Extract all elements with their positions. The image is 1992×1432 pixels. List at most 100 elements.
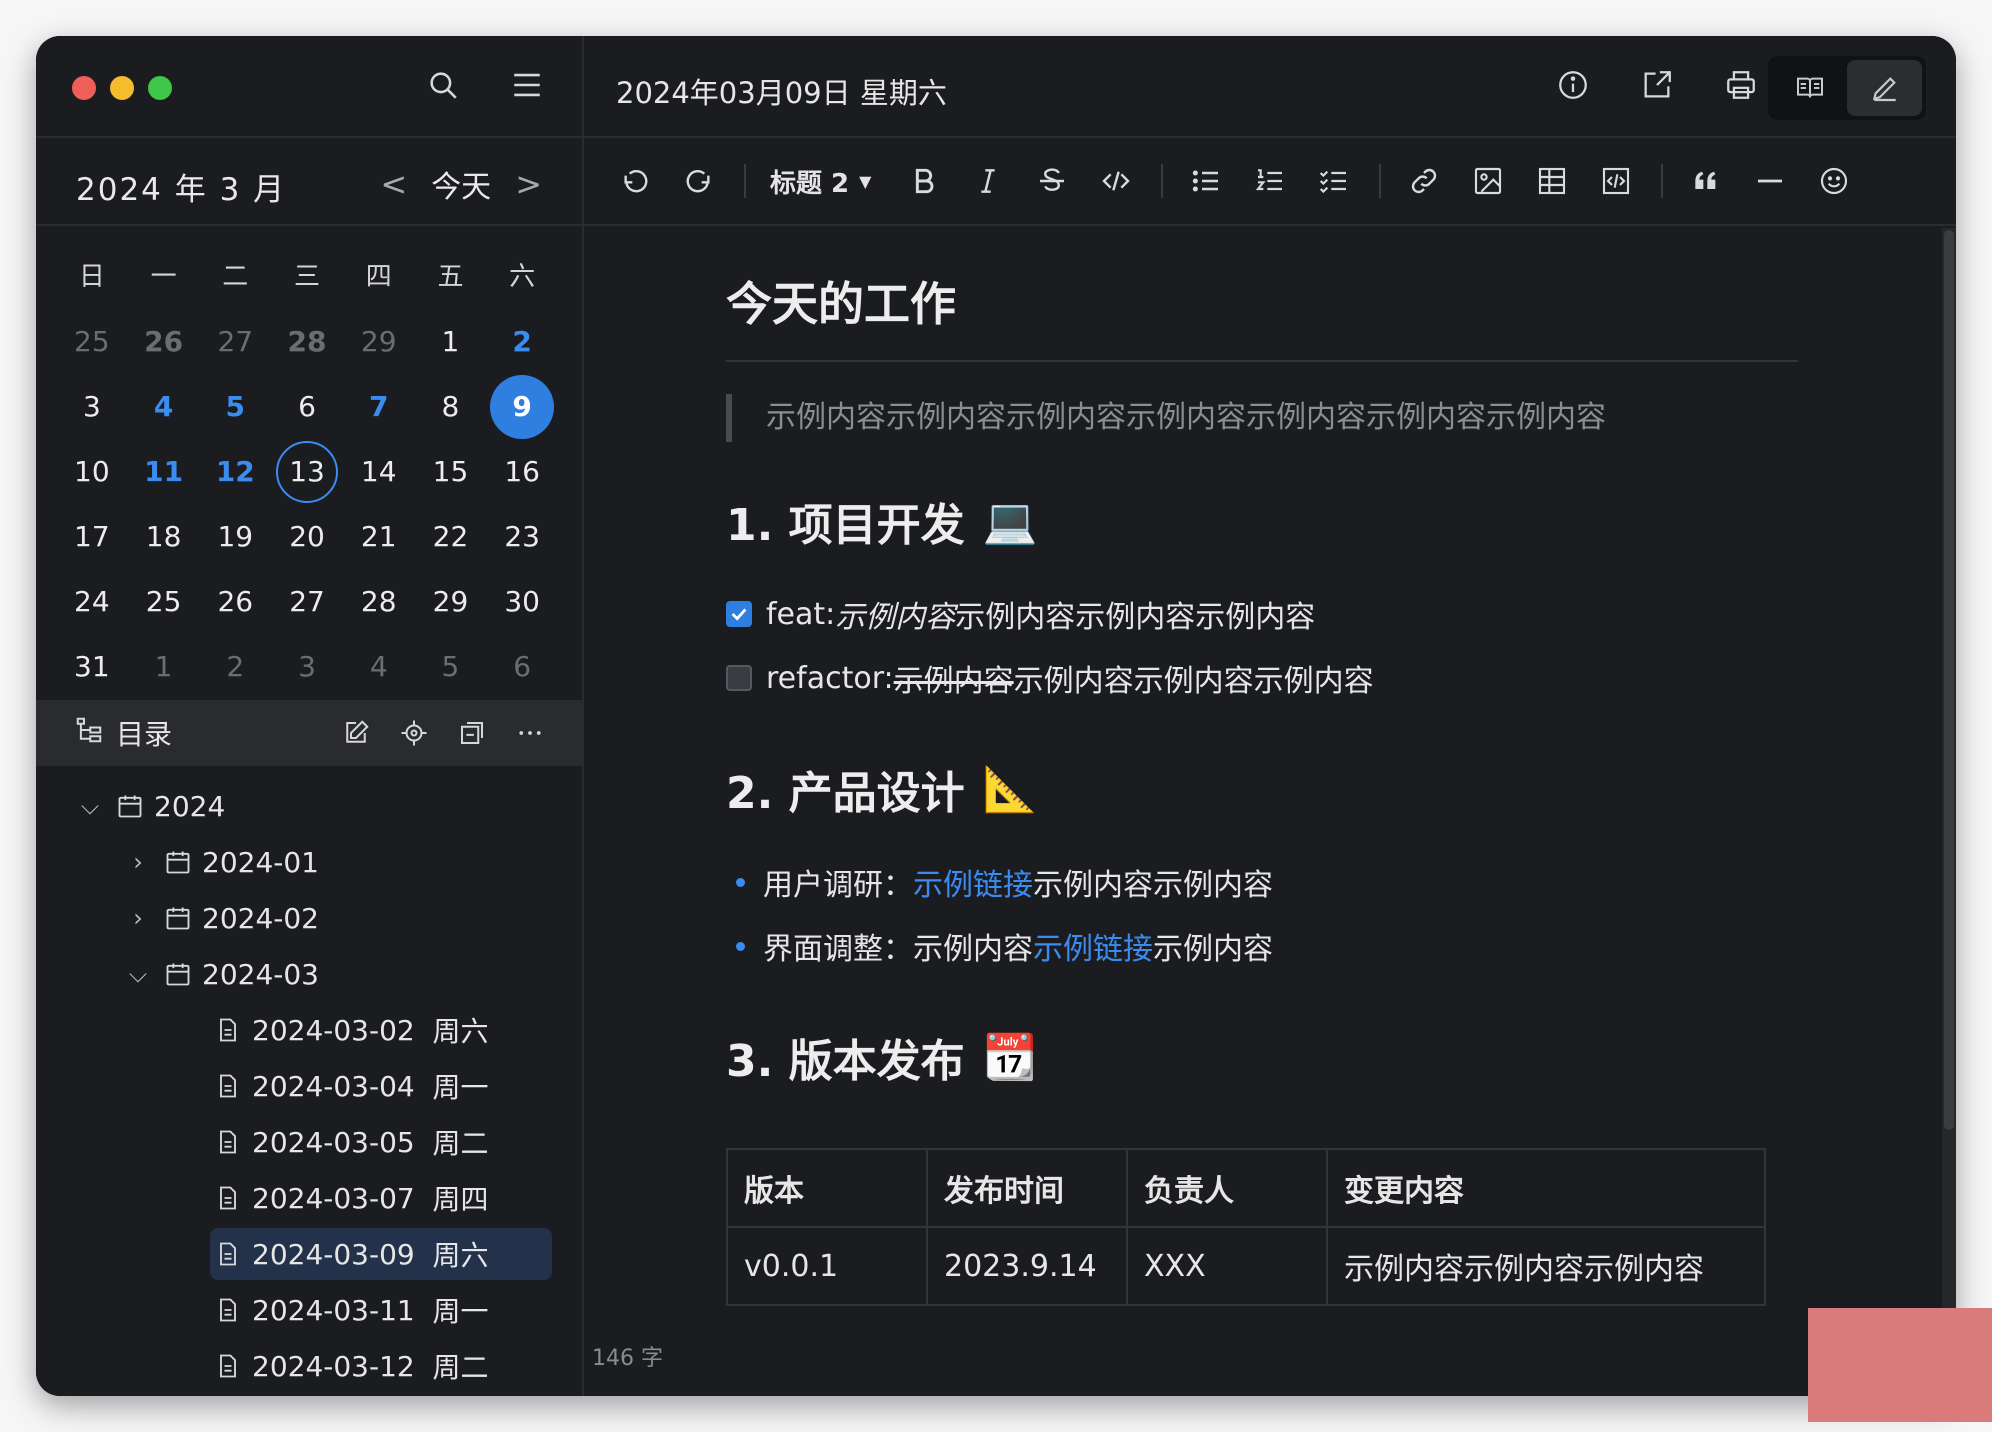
table-header-cell[interactable]: 变更内容 <box>1326 1148 1766 1228</box>
minimize-window-button[interactable] <box>110 76 134 100</box>
redo-icon[interactable] <box>680 162 718 200</box>
chevron-down-icon[interactable]: ⌵ <box>126 960 150 988</box>
calendar-day[interactable]: 25 <box>56 312 128 372</box>
calendar-day[interactable]: 24 <box>56 572 128 632</box>
calendar-day[interactable]: 31 <box>56 637 128 697</box>
calendar-day[interactable]: 5 <box>415 637 487 697</box>
scrollbar-thumb[interactable] <box>1944 230 1954 1130</box>
more-icon[interactable] <box>514 714 546 752</box>
edit-mode-button[interactable] <box>1847 60 1922 116</box>
table-header-cell[interactable]: 负责人 <box>1126 1148 1328 1228</box>
menu-icon[interactable] <box>508 66 546 104</box>
tree-file[interactable]: 2024-03-02 周六 <box>36 1002 582 1058</box>
tree-file-active[interactable]: 2024-03-09 周六 <box>36 1226 582 1282</box>
emoji-icon[interactable] <box>1815 162 1853 200</box>
calendar-day[interactable]: 11 <box>128 442 200 502</box>
calendar-day-selected[interactable]: 9 <box>486 374 558 439</box>
tree-file[interactable]: 2024-03-04 周一 <box>36 1058 582 1114</box>
tree-file[interactable]: 2024-03-05 周二 <box>36 1114 582 1170</box>
calendar-day[interactable]: 8 <box>415 377 487 437</box>
chevron-down-icon[interactable]: ⌵ <box>78 792 102 820</box>
calendar-day[interactable]: 21 <box>343 507 415 567</box>
next-month-button[interactable]: > <box>515 165 542 203</box>
close-window-button[interactable] <box>72 76 96 100</box>
undo-icon[interactable] <box>616 162 654 200</box>
calendar-day[interactable]: 26 <box>128 312 200 372</box>
strikethrough-icon[interactable] <box>1033 162 1071 200</box>
calendar-day[interactable]: 14 <box>343 442 415 502</box>
document-body[interactable]: 今天的工作 示例内容示例内容示例内容示例内容示例内容示例内容示例内容 1. 项目… <box>726 258 1798 1306</box>
calendar-day-today[interactable]: 13 <box>271 440 343 503</box>
calendar-day[interactable]: 19 <box>199 507 271 567</box>
table-cell[interactable]: 示例内容示例内容示例内容 <box>1326 1226 1766 1306</box>
calendar-day[interactable]: 23 <box>486 507 558 567</box>
calendar-day[interactable]: 27 <box>271 572 343 632</box>
scrollbar[interactable] <box>1942 228 1956 1396</box>
calendar-day[interactable]: 5 <box>199 377 271 437</box>
chevron-right-icon[interactable]: › <box>126 904 150 932</box>
quote-icon[interactable] <box>1687 162 1725 200</box>
collapse-all-icon[interactable] <box>456 714 488 752</box>
calendar-day[interactable]: 29 <box>415 572 487 632</box>
calendar-day[interactable]: 20 <box>271 507 343 567</box>
calendar-day[interactable]: 28 <box>271 312 343 372</box>
table-cell[interactable]: 2023.9.14 <box>926 1226 1128 1306</box>
tree-folder-2024-02[interactable]: › 2024-02 <box>36 890 582 946</box>
prev-month-button[interactable]: < <box>380 165 407 203</box>
calendar-day[interactable]: 30 <box>486 572 558 632</box>
calendar-day[interactable]: 26 <box>199 572 271 632</box>
new-note-icon[interactable] <box>340 714 372 752</box>
calendar-day[interactable]: 15 <box>415 442 487 502</box>
today-button[interactable]: 今天 <box>431 162 491 206</box>
calendar-day[interactable]: 1 <box>415 312 487 372</box>
text-link[interactable]: 示例链接 <box>913 860 1033 904</box>
tree-file[interactable]: 2024-03-11 周一 <box>36 1282 582 1338</box>
calendar-day[interactable]: 28 <box>343 572 415 632</box>
calendar-day[interactable]: 3 <box>271 637 343 697</box>
calendar-day[interactable]: 7 <box>343 377 415 437</box>
calendar-day[interactable]: 27 <box>199 312 271 372</box>
italic-icon[interactable] <box>969 162 1007 200</box>
calendar-day[interactable]: 2 <box>199 637 271 697</box>
image-icon[interactable] <box>1469 162 1507 200</box>
chevron-right-icon[interactable]: › <box>126 848 150 876</box>
link-icon[interactable] <box>1405 162 1443 200</box>
text-link[interactable]: 示例链接 <box>1033 924 1153 968</box>
info-icon[interactable] <box>1554 66 1592 104</box>
tree-file[interactable]: 2024-03-12 周二 <box>36 1338 582 1394</box>
reading-mode-button[interactable] <box>1772 60 1847 116</box>
tree-file[interactable]: 2024-03-07 周四 <box>36 1170 582 1226</box>
table-header-cell[interactable]: 发布时间 <box>926 1148 1128 1228</box>
tree-folder-2024-03[interactable]: ⌵ 2024-03 <box>36 946 582 1002</box>
calendar-day[interactable]: 12 <box>199 442 271 502</box>
calendar-day[interactable]: 4 <box>343 637 415 697</box>
calendar-day[interactable]: 6 <box>271 377 343 437</box>
table-cell[interactable]: XXX <box>1126 1226 1328 1306</box>
calendar-day[interactable]: 16 <box>486 442 558 502</box>
calendar-day[interactable]: 4 <box>128 377 200 437</box>
calendar-day[interactable]: 29 <box>343 312 415 372</box>
table-header-cell[interactable]: 版本 <box>726 1148 928 1228</box>
tree-folder-2024[interactable]: ⌵ 2024 <box>36 778 582 834</box>
checkbox-unchecked[interactable] <box>726 665 752 691</box>
calendar-day[interactable]: 6 <box>486 637 558 697</box>
calendar-day[interactable]: 1 <box>128 637 200 697</box>
task-list-icon[interactable] <box>1315 162 1353 200</box>
zoom-window-button[interactable] <box>148 76 172 100</box>
calendar-day[interactable]: 2 <box>486 312 558 372</box>
heading-level-select[interactable]: 标题 2 ▼ <box>770 163 871 200</box>
locate-icon[interactable] <box>398 714 430 752</box>
calendar-day[interactable]: 10 <box>56 442 128 502</box>
table-cell[interactable]: v0.0.1 <box>726 1226 928 1306</box>
code-block-icon[interactable] <box>1597 162 1635 200</box>
calendar-day[interactable]: 22 <box>415 507 487 567</box>
bold-icon[interactable] <box>905 162 943 200</box>
checkbox-checked[interactable] <box>726 601 752 627</box>
print-icon[interactable] <box>1722 66 1760 104</box>
search-icon[interactable] <box>424 66 462 104</box>
tree-folder-2024-01[interactable]: › 2024-01 <box>36 834 582 890</box>
table-icon[interactable] <box>1533 162 1571 200</box>
calendar-day[interactable]: 17 <box>56 507 128 567</box>
calendar-day[interactable]: 18 <box>128 507 200 567</box>
calendar-day[interactable]: 3 <box>56 377 128 437</box>
